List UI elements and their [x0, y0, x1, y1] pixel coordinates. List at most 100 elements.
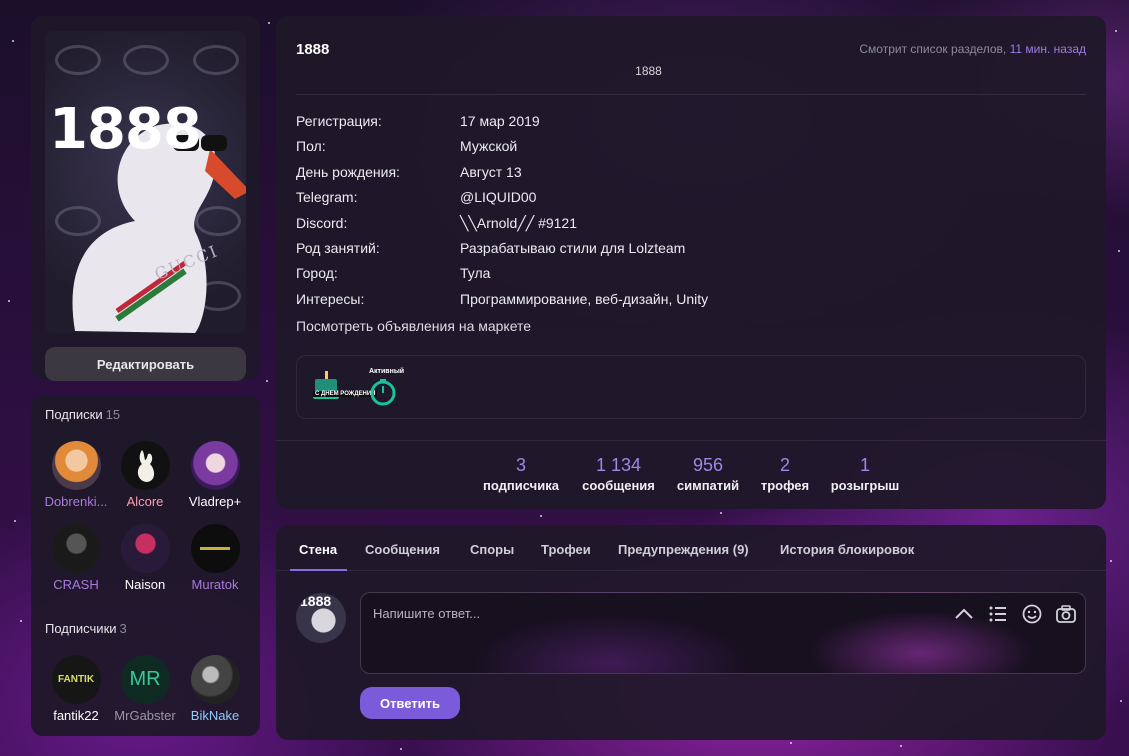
profile-tabs: Стена Сообщения Споры Трофеи Предупрежде…	[276, 525, 1106, 571]
birthday-cake-trophy-icon[interactable]: С ДНЕМ РОЖДЕНИЯ	[307, 365, 378, 409]
info-label: Регистрация:	[296, 113, 382, 129]
avatar-card: 1888 GUCCI Редактировать	[31, 16, 260, 381]
stat-label: подписчика	[483, 478, 559, 493]
profile-info-panel: 1888 1888 Смотрит список разделов, 11 ми…	[276, 16, 1106, 509]
stat-trophies[interactable]: 2 трофея	[755, 455, 815, 493]
submit-reply-button[interactable]: Ответить	[360, 687, 460, 719]
followers-count: 3	[119, 621, 127, 636]
follower-user[interactable]: MR MrGabster	[109, 655, 181, 723]
tab-warnings[interactable]: Предупреждения (9)	[618, 542, 749, 557]
user-avatar	[51, 524, 101, 573]
tab-trophies[interactable]: Трофеи	[541, 542, 591, 557]
following-user[interactable]: Naison	[109, 524, 181, 592]
following-user[interactable]: Muratok	[179, 524, 251, 592]
stat-messages[interactable]: 1 134 сообщения	[576, 455, 661, 493]
following-count: 15	[105, 407, 121, 422]
avatar-logo-text: FANTIK	[57, 674, 95, 685]
market-listings-link[interactable]: Посмотреть объявления на маркете	[296, 318, 531, 334]
edit-profile-button[interactable]: Редактировать	[45, 347, 246, 381]
trophy-caption: Активный	[369, 368, 405, 375]
reply-input[interactable]	[373, 603, 933, 623]
stat-likes[interactable]: 956 симпатий	[673, 455, 743, 493]
info-label: Telegram:	[296, 189, 358, 205]
info-value: Разрабатываю стили для Lolzteam	[460, 240, 686, 256]
profile-custom-title: 1888	[635, 64, 662, 78]
following-user[interactable]: Dobrenki...	[40, 441, 112, 509]
avatar-text: 1888	[300, 593, 332, 609]
chevron-up-glyph	[955, 608, 973, 619]
profile-stats: 3 подписчика 1 134 сообщения 956 симпати…	[276, 440, 1106, 509]
telegram-link[interactable]: @LIQUID00	[460, 189, 536, 205]
info-value: Тула	[460, 265, 491, 281]
camera-glyph	[1056, 605, 1076, 623]
user-name: Vladrep+	[188, 494, 242, 509]
user-avatar	[190, 655, 240, 704]
info-value: Мужской	[460, 138, 518, 154]
stat-label: симпатий	[676, 478, 740, 493]
info-label: Интересы:	[296, 291, 365, 307]
user-avatar	[190, 524, 240, 573]
user-name: CRASH	[53, 577, 99, 592]
avatar-initials: MR	[129, 668, 161, 690]
info-label: Род занятий:	[296, 240, 380, 256]
follower-user[interactable]: BikNake	[179, 655, 251, 723]
follower-user[interactable]: FANTIK fantik22	[40, 655, 112, 723]
user-name: Muratok	[191, 577, 239, 592]
current-user-avatar[interactable]: 1888	[296, 593, 346, 643]
user-name: Dobrenki...	[44, 494, 108, 509]
user-name: BikNake	[190, 708, 240, 723]
tab-messages[interactable]: Сообщения	[365, 542, 440, 557]
following-user[interactable]: Alcore	[109, 441, 181, 509]
following-title[interactable]: Подписки 15	[45, 407, 120, 422]
divider	[296, 94, 1086, 95]
user-name: fantik22	[53, 708, 99, 723]
stat-label: розыгрыш	[830, 478, 900, 493]
following-label: Подписки	[45, 407, 103, 422]
chevron-up-icon[interactable]	[953, 603, 975, 625]
profile-wall-panel: Стена Сообщения Споры Трофеи Предупрежде…	[276, 525, 1106, 740]
last-activity: Смотрит список разделов, 11 мин. назад	[859, 42, 1086, 56]
user-avatar: FANTIK	[51, 655, 101, 704]
active-stopwatch-trophy-icon[interactable]: Активный	[363, 365, 407, 409]
rabbit-icon	[137, 449, 155, 482]
camera-icon[interactable]	[1055, 603, 1077, 625]
tab-wall[interactable]: Стена	[299, 542, 337, 557]
followers-title[interactable]: Подписчики 3	[45, 621, 127, 636]
smiley-icon[interactable]	[1021, 603, 1043, 625]
following-user[interactable]: CRASH	[40, 524, 112, 592]
info-label: День рождения:	[296, 164, 400, 180]
stat-number: 1	[859, 455, 870, 475]
user-avatar	[190, 441, 240, 490]
user-name: MrGabster	[114, 708, 176, 723]
stat-number: 956	[692, 455, 724, 475]
subscriptions-card: Подписки 15 Dobrenki... Alcore Vladrep+ C…	[31, 395, 260, 736]
info-value: ╲╲Arnold╱╱ #9121	[460, 215, 578, 231]
user-name: Alcore	[126, 494, 164, 509]
stat-giveaways[interactable]: 1 розыгрыш	[826, 455, 904, 493]
avatar-logo-bar	[200, 547, 230, 550]
info-label: Город:	[296, 265, 338, 281]
following-user[interactable]: Vladrep+	[179, 441, 251, 509]
stat-label: трофея	[760, 478, 810, 493]
info-value: Август 13	[460, 164, 522, 180]
avatar-username-text: 1888	[49, 97, 202, 162]
trophies-box: С ДНЕМ РОЖДЕНИЯ Активный	[296, 355, 1086, 419]
info-value: Программирование, веб-дизайн, Unity	[460, 291, 709, 307]
smiley-glyph	[1022, 604, 1042, 624]
stat-label: сообщения	[582, 478, 655, 493]
list-icon[interactable]	[987, 603, 1009, 625]
tab-ban-history[interactable]: История блокировок	[780, 542, 914, 557]
stat-number: 1 134	[595, 455, 642, 475]
user-name: Naison	[124, 577, 166, 592]
reply-editor	[360, 592, 1086, 674]
user-avatar	[120, 524, 170, 573]
profile-avatar-image[interactable]: 1888 GUCCI	[45, 31, 246, 333]
stat-followers[interactable]: 3 подписчика	[481, 455, 561, 493]
stat-number: 2	[779, 455, 790, 475]
tab-disputes[interactable]: Споры	[470, 542, 514, 557]
birthday-cake-trophy-graphic	[313, 371, 339, 399]
activity-time-link[interactable]: 11 мин. назад	[1010, 42, 1086, 56]
user-avatar	[51, 441, 101, 490]
active-tab-indicator	[290, 569, 347, 571]
list-glyph	[989, 606, 1006, 622]
